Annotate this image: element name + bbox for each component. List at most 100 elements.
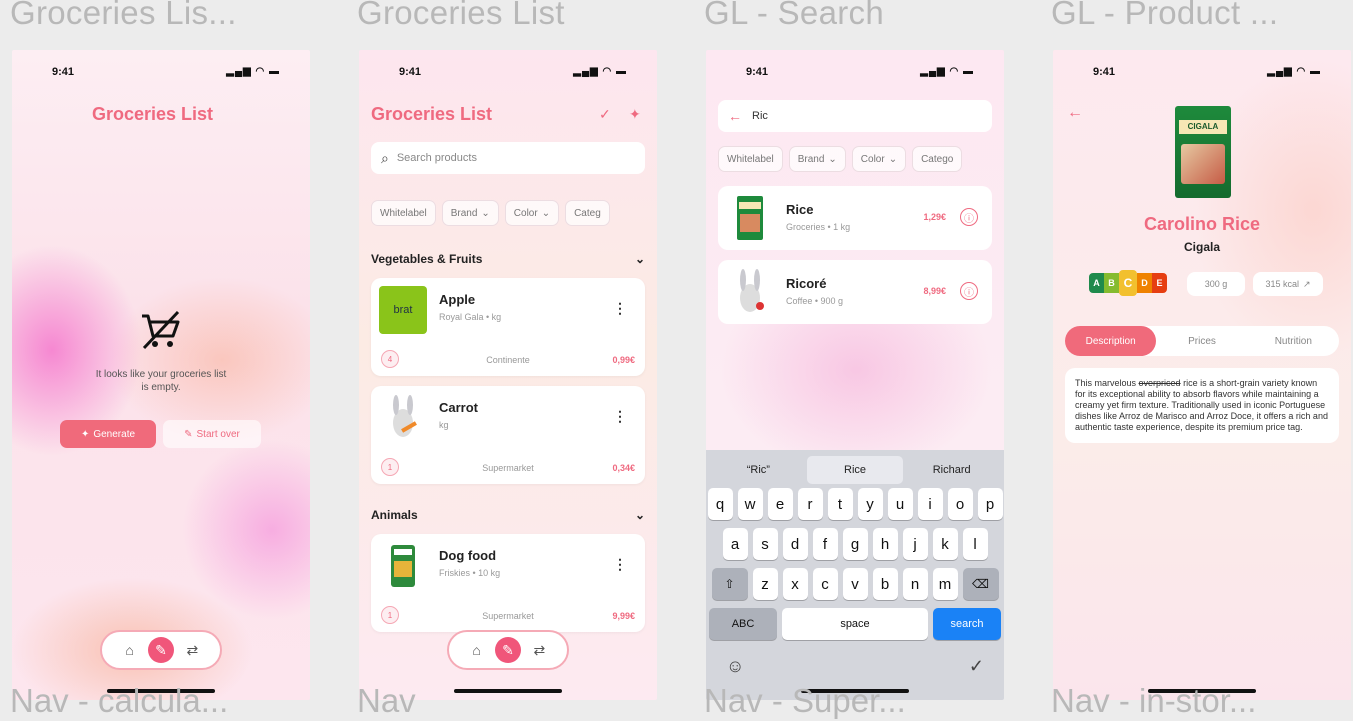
nutri-grade: E [1152, 273, 1167, 293]
key[interactable]: u [887, 488, 913, 520]
search-screen: 9:41 ▂▄▆ ◠ ▬ ← Ric Whitelabel Brand ⌄ Col… [706, 50, 1004, 700]
key[interactable]: s [752, 528, 778, 560]
section-header[interactable]: Vegetables & Fruits ⌄ [371, 252, 645, 266]
section-header[interactable]: Animals ⌄ [371, 508, 645, 522]
frame-title: GL - Search [704, 0, 884, 31]
item-price: 9,99€ [612, 611, 635, 621]
more-icon[interactable]: ⋮ [613, 556, 627, 573]
search-placeholder: Search products [396, 152, 477, 164]
key[interactable]: f [812, 528, 838, 560]
filter-chip[interactable]: Categ [565, 200, 610, 226]
filter-chip[interactable]: Color ⌄ [851, 146, 907, 172]
quantity-badge[interactable]: 4 [381, 350, 399, 368]
start-over-button[interactable]: ✎ Start over [163, 420, 261, 448]
abc-key[interactable]: ABC [709, 608, 777, 640]
empty-list-screen: 9:41 ▂▄▆ ◠ ▬ Groceries List It looks lik… [12, 50, 310, 700]
list-icon[interactable]: ✎ [147, 637, 174, 663]
swap-icon[interactable]: ⇄ [526, 637, 552, 663]
key[interactable]: r [797, 488, 823, 520]
list-icon[interactable]: ✎ [494, 637, 521, 663]
suggestion[interactable]: Richard [903, 456, 1000, 484]
more-icon[interactable]: ⋮ [613, 300, 627, 317]
key[interactable]: a [722, 528, 748, 560]
search-query: Ric [752, 110, 768, 122]
key[interactable]: k [932, 528, 958, 560]
item-name: Carrot [439, 400, 479, 415]
product-description: This marvelous overpriced rice is a shor… [1065, 368, 1339, 443]
key[interactable]: h [872, 528, 898, 560]
search-icon: ⌕ [381, 149, 389, 166]
key[interactable]: p [977, 488, 1003, 520]
key[interactable]: o [947, 488, 973, 520]
key[interactable]: y [857, 488, 883, 520]
key[interactable]: j [902, 528, 928, 560]
filter-chip[interactable]: Catego [912, 146, 963, 172]
home-icon[interactable]: ⌂ [464, 637, 490, 663]
info-icon[interactable]: ⓘ [960, 282, 978, 300]
key[interactable]: v [842, 568, 868, 600]
key[interactable]: n [902, 568, 928, 600]
mic-icon[interactable]: ✓ [969, 656, 984, 677]
filter-chip[interactable]: Whitelabel [718, 146, 783, 172]
info-icon[interactable]: ⓘ [960, 208, 978, 226]
key[interactable]: i [917, 488, 943, 520]
sparkle-icon[interactable]: ✦ [629, 106, 641, 123]
item-name: Dog food [439, 548, 497, 563]
suggestion[interactable]: Rice [806, 456, 904, 484]
more-icon[interactable]: ⋮ [613, 408, 627, 425]
shift-icon[interactable]: ⇧ [711, 568, 748, 600]
search-input[interactable]: ← Ric [718, 100, 992, 132]
key[interactable]: w [737, 488, 763, 520]
search-input[interactable]: ⌕ Search products [371, 142, 645, 174]
product-image [379, 542, 427, 590]
key[interactable]: t [827, 488, 853, 520]
search-result[interactable]: Ricoré Coffee • 900 g 8,99€ ⓘ [718, 260, 992, 324]
filter-chip[interactable]: Whitelabel [371, 200, 436, 226]
nutri-grade: B [1104, 273, 1119, 293]
back-arrow-icon[interactable]: ← [1067, 104, 1083, 122]
tab-description[interactable]: Description [1065, 326, 1157, 356]
key[interactable]: x [782, 568, 808, 600]
mic-icon[interactable]: ✓ [599, 106, 611, 123]
key[interactable]: e [767, 488, 793, 520]
key[interactable]: q [707, 488, 733, 520]
list-item[interactable]: brat Apple Royal Gala • kg ⋮ Continente … [371, 278, 645, 376]
quantity-badge[interactable]: 1 [381, 458, 399, 476]
result-sub: Groceries • 1 kg [786, 222, 851, 232]
key[interactable]: d [782, 528, 808, 560]
emoji-icon[interactable]: ☺ [726, 656, 744, 677]
quantity-badge[interactable]: 1 [381, 606, 399, 624]
filter-chip[interactable]: Brand ⌄ [441, 200, 499, 226]
search-result[interactable]: Rice Groceries • 1 kg 1,29€ ⓘ [718, 186, 992, 250]
frame-label: Nav - Super... [704, 682, 906, 719]
backspace-icon[interactable]: ⌫ [962, 568, 999, 600]
key[interactable]: z [752, 568, 778, 600]
result-name: Ricoré [786, 276, 827, 291]
tab-prices[interactable]: Prices [1156, 326, 1247, 356]
keyboard: “Ric” Rice Richard q w e r t y u i o p a… [706, 450, 1004, 700]
filter-chip[interactable]: Brand ⌄ [788, 146, 846, 172]
energy-pill[interactable]: 315 kcal ↗ [1253, 272, 1323, 296]
key[interactable]: c [812, 568, 838, 600]
list-item[interactable]: Dog food Friskies • 10 kg ⋮ Supermarket … [371, 534, 645, 632]
space-key[interactable]: space [782, 608, 928, 640]
key[interactable]: b [872, 568, 898, 600]
chevron-down-icon: ⌄ [541, 207, 551, 219]
filter-chip[interactable]: Color ⌄ [504, 200, 560, 226]
search-key[interactable]: search [933, 608, 1001, 640]
status-time: 9:41 [52, 66, 75, 78]
home-icon[interactable]: ⌂ [117, 637, 143, 663]
back-arrow-icon[interactable]: ← [728, 108, 742, 124]
key[interactable]: g [842, 528, 868, 560]
key[interactable]: l [962, 528, 988, 560]
frame-title: GL - Product ... [1051, 0, 1279, 31]
key[interactable]: m [932, 568, 958, 600]
generate-button[interactable]: ✦ Generate [60, 420, 156, 448]
swap-icon[interactable]: ⇄ [179, 637, 205, 663]
suggestion[interactable]: “Ric” [710, 456, 807, 484]
status-bar: 9:41 ▂▄▆ ◠ ▬ [1053, 66, 1351, 80]
bottom-nav: ⌂ ✎ ⇄ [447, 630, 569, 670]
tab-nutrition[interactable]: Nutrition [1248, 326, 1339, 356]
keyboard-suggestions: “Ric” Rice Richard [710, 456, 1000, 484]
list-item[interactable]: Carrot kg ⋮ Supermarket 1 0,34€ [371, 386, 645, 484]
